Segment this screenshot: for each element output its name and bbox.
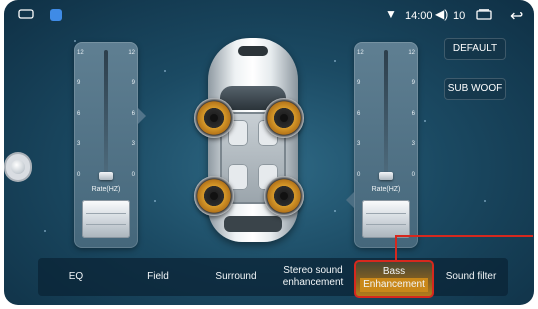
back-icon[interactable]: ↩: [510, 6, 523, 26]
car-rear: [224, 216, 282, 232]
eq-slider-track[interactable]: [384, 50, 388, 176]
eq-slider-thumb[interactable]: [379, 172, 393, 180]
volume-level: 10: [453, 10, 466, 22]
head-unit-screen: ▼ 14:00 ◀) 10 ↩ 12 12 99 66 33 00 Rate(HZ…: [4, 0, 534, 305]
side-drawer-handle[interactable]: [6, 154, 30, 180]
right-eq-panel: 12 12 99 66 33 00 Rate(HZ): [346, 42, 418, 248]
left-eq-panel: 12 12 99 66 33 00 Rate(HZ): [74, 42, 146, 248]
status-bar: ▼ 14:00 ◀) 10 ↩: [4, 0, 534, 30]
car-illustration: [194, 38, 312, 242]
background-star: [484, 200, 486, 202]
speaker-front-right-icon[interactable]: [264, 98, 304, 138]
background-star: [74, 40, 76, 42]
background-star: [164, 70, 166, 72]
annotation-line: [395, 235, 533, 237]
rate-knob[interactable]: [82, 200, 130, 238]
subwoof-button[interactable]: SUB WOOF: [444, 78, 506, 100]
background-star: [334, 210, 336, 212]
tab-stereo-sound-enhancement[interactable]: Stereo sound enhancement: [274, 258, 352, 296]
background-star: [154, 200, 156, 202]
default-button[interactable]: DEFAULT: [444, 38, 506, 60]
sound-tab-bar: EQ Field Surround Stereo sound enhancemen…: [38, 258, 508, 298]
eq-slider-track[interactable]: [104, 50, 108, 176]
tab-eq[interactable]: EQ: [38, 258, 114, 296]
speaker-front-left-icon[interactable]: [194, 98, 234, 138]
volume-icon[interactable]: ◀): [435, 7, 448, 21]
recent-apps-icon[interactable]: [476, 9, 492, 20]
background-star: [44, 230, 46, 232]
speaker-rear-left-icon[interactable]: [194, 176, 234, 216]
eq-slider-thumb[interactable]: [99, 172, 113, 180]
rate-knob[interactable]: [362, 200, 410, 238]
status-time: 14:00: [405, 10, 433, 22]
rate-label: Rate(HZ): [371, 186, 401, 193]
tab-surround[interactable]: Surround: [202, 258, 270, 296]
background-star: [334, 60, 336, 62]
background-star: [424, 120, 426, 122]
car-grille: [238, 46, 268, 56]
annotation-line: [395, 235, 397, 260]
panel-pointer: [346, 192, 354, 208]
rate-label: Rate(HZ): [91, 186, 121, 193]
tab-sound-filter[interactable]: Sound filter: [434, 258, 508, 296]
tab-bass-enhancement[interactable]: Bass Enhancement: [354, 260, 434, 298]
panel-pointer: [138, 108, 146, 124]
app-icon[interactable]: [50, 9, 62, 21]
home-icon[interactable]: [18, 9, 34, 19]
wifi-icon: ▼: [385, 7, 397, 21]
tab-field[interactable]: Field: [116, 258, 200, 296]
speaker-rear-right-icon[interactable]: [264, 176, 304, 216]
